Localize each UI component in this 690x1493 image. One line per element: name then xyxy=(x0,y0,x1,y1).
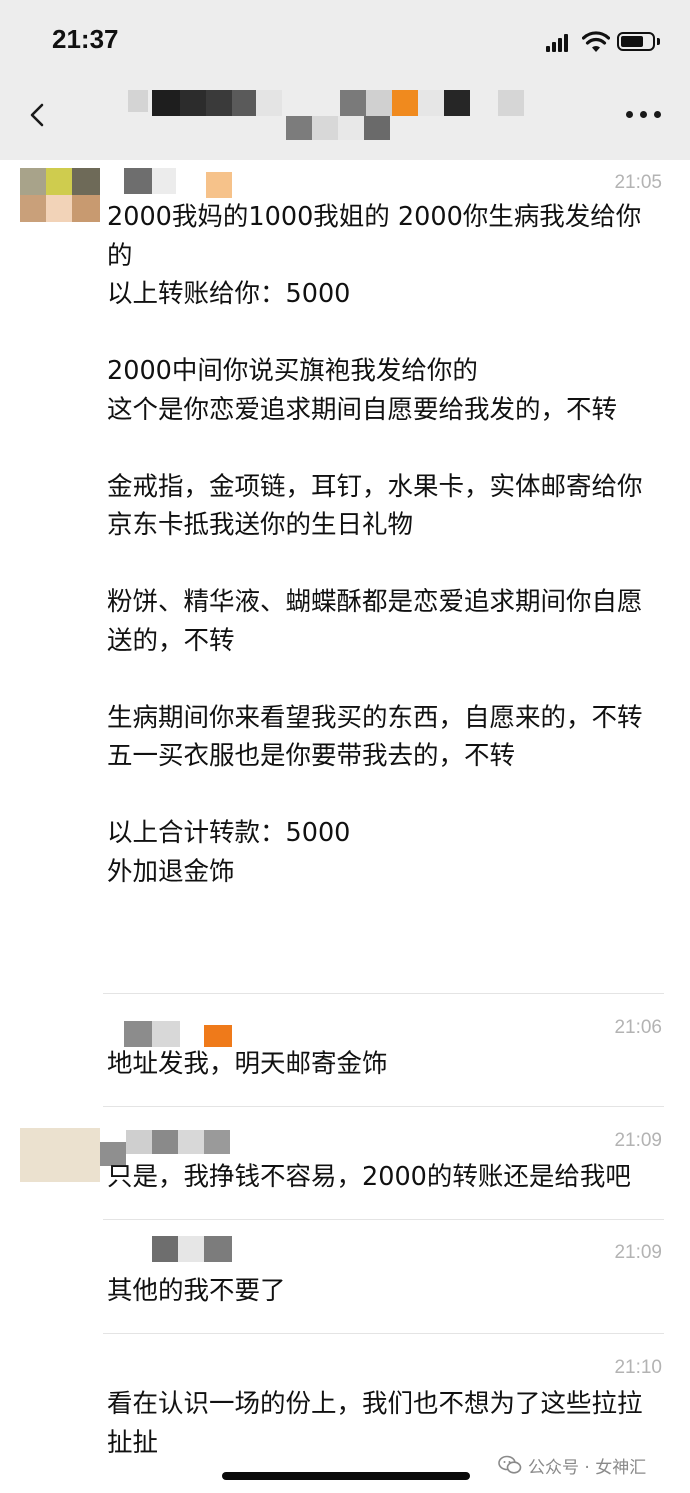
message-timestamp: 21:09 xyxy=(614,1130,662,1151)
message-text: 其他的我不要了 xyxy=(107,1276,286,1306)
battery-icon xyxy=(617,32,655,51)
censored-sender-name xyxy=(100,1234,240,1274)
status-bar-time: 21:37 xyxy=(52,24,119,54)
more-dots-icon xyxy=(626,111,633,118)
avatar[interactable] xyxy=(20,1128,100,1182)
message-divider xyxy=(103,1106,664,1107)
wechat-icon xyxy=(498,1455,522,1474)
message-timestamp: 21:09 xyxy=(614,1242,662,1263)
message-text: 看在认识一场的份上，我们也不想为了这些拉拉扯扯 xyxy=(107,1389,643,1458)
more-options-button[interactable] xyxy=(626,108,662,122)
message-timestamp: 21:10 xyxy=(614,1357,662,1378)
watermark: 公众号 · 女神汇 xyxy=(498,1453,647,1478)
message-text: 地址发我，明天邮寄金饰 xyxy=(107,1049,388,1079)
chevron-left-icon[interactable] xyxy=(25,100,49,130)
home-indicator[interactable] xyxy=(222,1472,470,1480)
chat-header: 21:37 xyxy=(0,0,690,160)
battery-tip xyxy=(657,38,660,45)
message-divider xyxy=(103,1219,664,1220)
message-text: 2000我妈的1000我姐的 2000你生病我发给你的 以上转账给你：5000 … xyxy=(107,202,643,887)
watermark-text: 公众号 · 女神汇 xyxy=(528,1457,647,1478)
message-divider xyxy=(103,1333,664,1334)
message-timestamp: 21:06 xyxy=(614,1017,662,1038)
avatar[interactable] xyxy=(20,168,100,222)
chat-message: 21:05 2000我妈的1000我姐的 2000你生病我发给你的 以上转账给你… xyxy=(0,160,690,992)
censored-chat-title xyxy=(120,82,540,142)
message-text: 只是，我挣钱不容易，2000的转账还是给我吧 xyxy=(107,1162,631,1192)
message-divider xyxy=(103,993,664,994)
wifi-icon xyxy=(582,31,610,52)
chat-message: 21:06 地址发我，明天邮寄金饰 xyxy=(0,1005,690,1105)
chat-message: 21:09 其他的我不要了 xyxy=(0,1232,690,1332)
cellular-signal-icon xyxy=(546,34,572,52)
message-timestamp: 21:05 xyxy=(614,172,662,193)
chat-message: 21:09 只是，我挣钱不容易，2000的转账还是给我吧 xyxy=(0,1118,690,1218)
